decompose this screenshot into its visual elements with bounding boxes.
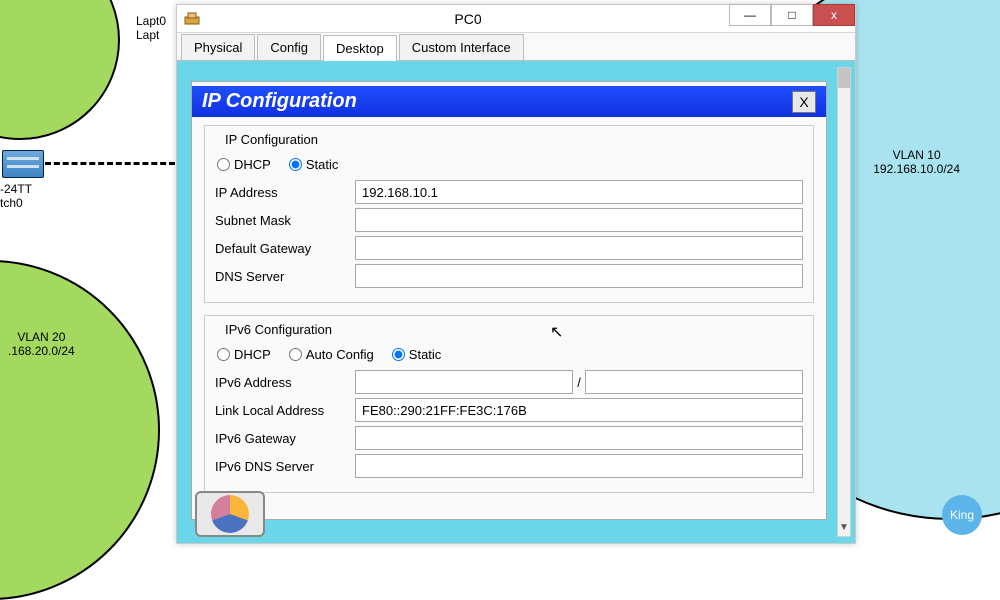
tab-custom-interface[interactable]: Custom Interface	[399, 34, 524, 60]
ipv4-dhcp-radio[interactable]: DHCP	[217, 157, 271, 172]
vlan10-label: VLAN 10192.168.10.0/24	[873, 148, 960, 176]
subnet-mask-input[interactable]	[355, 208, 803, 232]
ipv6-prefix-input[interactable]	[585, 370, 803, 394]
link-line	[45, 162, 175, 165]
window-title: PC0	[207, 11, 729, 27]
ipv6-auto-radio[interactable]: Auto Config	[289, 347, 374, 362]
switch-icon	[2, 150, 44, 178]
ipv6-address-input[interactable]	[355, 370, 573, 394]
tab-config[interactable]: Config	[257, 34, 321, 60]
tab-physical[interactable]: Physical	[181, 34, 255, 60]
ipv6-gateway-input[interactable]	[355, 426, 803, 450]
ipv4-legend: IP Configuration	[221, 132, 322, 147]
subnet-mask-label: Subnet Mask	[215, 213, 355, 228]
ip-config-header: IP Configuration X	[192, 86, 826, 117]
ipv6-dns-input[interactable]	[355, 454, 803, 478]
default-gateway-input[interactable]	[355, 236, 803, 260]
panel-close-button[interactable]: X	[792, 91, 816, 113]
bg-ellipse	[0, 260, 160, 600]
pc0-window: PC0 — □ x Physical Config Desktop Custom…	[176, 4, 856, 544]
ip-address-input[interactable]	[355, 180, 803, 204]
tab-desktop[interactable]: Desktop	[323, 35, 397, 61]
ipv6-gateway-label: IPv6 Gateway	[215, 431, 355, 446]
link-local-input[interactable]	[355, 398, 803, 422]
desktop-shortcut[interactable]	[195, 491, 265, 537]
switch-label: -24TT tch0	[0, 182, 32, 210]
title-bar[interactable]: PC0 — □ x	[177, 5, 855, 33]
dns-server-label: DNS Server	[215, 269, 355, 284]
app-icon	[183, 10, 201, 28]
ip-config-panel: IP Configuration X IP Configuration DHCP…	[191, 81, 827, 520]
maximize-button[interactable]: □	[771, 4, 813, 26]
laptop-label: Lapt0 Lapt	[136, 14, 166, 42]
link-local-label: Link Local Address	[215, 403, 355, 418]
ipv6-legend: IPv6 Configuration	[221, 322, 336, 337]
ipv6-dns-label: IPv6 DNS Server	[215, 459, 355, 474]
vertical-scrollbar[interactable]: ▲ ▼	[837, 67, 851, 537]
pie-chart-icon	[211, 495, 249, 533]
ipv6-dhcp-radio[interactable]: DHCP	[217, 347, 271, 362]
default-gateway-label: Default Gateway	[215, 241, 355, 256]
ipv6-static-radio[interactable]: Static	[392, 347, 442, 362]
ip-address-label: IP Address	[215, 185, 355, 200]
vlan20-label: VLAN 20.168.20.0/24	[8, 330, 75, 358]
watermark-king: King	[942, 495, 982, 535]
close-button[interactable]: x	[813, 4, 855, 26]
bg-ellipse	[0, 0, 120, 140]
ipv6-group: IPv6 Configuration DHCP Auto Config Stat…	[204, 315, 814, 493]
desktop-area: ▲ ▼ IP Configuration X IP Configuration …	[177, 61, 855, 543]
panel-title: IP Configuration	[202, 90, 357, 113]
scroll-thumb[interactable]	[838, 68, 850, 88]
ipv4-group: IP Configuration DHCP Static IP Address …	[204, 125, 814, 303]
minimize-button[interactable]: —	[729, 4, 771, 26]
tab-strip: Physical Config Desktop Custom Interface	[177, 33, 855, 61]
ipv4-static-radio[interactable]: Static	[289, 157, 339, 172]
scroll-down-icon[interactable]: ▼	[838, 522, 850, 536]
ipv6-prefix-separator: /	[577, 375, 581, 390]
dns-server-input[interactable]	[355, 264, 803, 288]
ipv6-address-label: IPv6 Address	[215, 375, 355, 390]
